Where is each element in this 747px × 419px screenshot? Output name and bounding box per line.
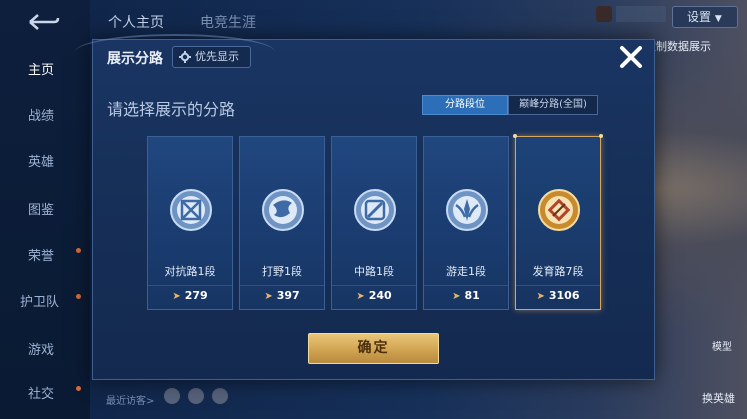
settings-button[interactable]: 设置 ▼ <box>672 6 738 28</box>
close-icon[interactable] <box>617 43 645 71</box>
lane-score-row: ➤ 81 <box>424 285 508 305</box>
lane-name: 中路1段 <box>354 265 394 278</box>
lane-card-mid[interactable]: 中路1段 ➤ 240 <box>331 136 417 310</box>
score-arrow-icon: ➤ <box>264 291 273 302</box>
sidebar-item-label: 护卫队 <box>20 295 60 310</box>
settings-label: 设置 <box>687 10 712 24</box>
gear-icon <box>179 51 191 63</box>
lane-score: 3106 <box>548 289 580 302</box>
visitor-avatar[interactable] <box>164 388 180 404</box>
visitor-avatar[interactable] <box>188 388 204 404</box>
lane-score: 240 <box>368 289 392 302</box>
sidebar-item-label: 社交 <box>28 387 55 402</box>
tab-lane-rank[interactable]: 分路段位 <box>422 95 508 115</box>
lane-score: 81 <box>464 289 480 302</box>
lane-score-row: ➤ 3106 <box>516 285 600 305</box>
lane-score-row: ➤ 397 <box>240 285 324 305</box>
dialog-subtitle: 请选择展示的分路 <box>107 100 236 119</box>
lane-name: 游走1段 <box>446 265 486 278</box>
sidebar-item-social[interactable]: 社交 <box>0 380 90 410</box>
jungle-emblem-icon <box>262 189 304 231</box>
score-arrow-icon: ➤ <box>356 291 365 302</box>
tab-peak-lane[interactable]: 巅峰分路(全国) <box>508 95 598 115</box>
sidebar-item-guard[interactable]: 护卫队 <box>0 288 90 318</box>
lane-score: 279 <box>184 289 208 302</box>
lane-select-dialog: 展示分路 优先显示 请选择展示的分路 分路段位 巅峰分路(全国) 对抗路1段 ➤… <box>75 34 655 380</box>
confirm-button[interactable]: 确定 <box>308 333 439 364</box>
lane-name: 发育路7段 <box>532 265 584 278</box>
lane-card-farm[interactable]: 发育路7段 ➤ 3106 <box>513 134 603 310</box>
visitor-avatar[interactable] <box>212 388 228 404</box>
priority-label: 优先显示 <box>195 50 239 63</box>
score-arrow-icon: ➤ <box>536 291 545 302</box>
score-arrow-icon: ➤ <box>172 291 181 302</box>
notification-dot <box>76 386 81 391</box>
notification-dot <box>76 248 81 253</box>
tab-profile[interactable]: 个人主页 <box>108 12 164 32</box>
top-mini-panel <box>616 6 666 22</box>
priority-display-button[interactable]: 优先显示 <box>172 46 251 68</box>
sidebar-item-heroes[interactable]: 英雄 <box>0 148 90 178</box>
chevron-down-icon: ▼ <box>714 14 722 24</box>
sidebar-item-record[interactable]: 战绩 <box>0 102 90 132</box>
clash-lane-emblem-icon <box>170 189 212 231</box>
score-arrow-icon: ➤ <box>452 291 461 302</box>
lane-name: 打野1段 <box>262 265 302 278</box>
sidebar-item-label: 荣誉 <box>28 249 55 264</box>
model-button[interactable]: 模型 <box>712 338 732 353</box>
mid-lane-emblem-icon <box>354 189 396 231</box>
notification-dot <box>76 294 81 299</box>
corner-sparkle <box>513 134 517 138</box>
corner-sparkle <box>599 134 603 138</box>
roam-emblem-icon <box>446 189 488 231</box>
badge-icon <box>596 6 612 22</box>
lane-score-row: ➤ 240 <box>332 285 416 305</box>
lane-score-row: ➤ 279 <box>148 285 232 305</box>
back-arrow-icon[interactable] <box>22 10 62 34</box>
lane-score: 397 <box>276 289 300 302</box>
dialog-title: 展示分路 <box>107 51 163 67</box>
sidebar-item-codex[interactable]: 图鉴 <box>0 196 90 226</box>
lane-name: 对抗路1段 <box>164 265 216 278</box>
sidebar-item-games[interactable]: 游戏 <box>0 336 90 366</box>
lane-card-clash[interactable]: 对抗路1段 ➤ 279 <box>147 136 233 310</box>
tab-esports[interactable]: 电竞生涯 <box>200 12 256 32</box>
lane-card-roam[interactable]: 游走1段 ➤ 81 <box>423 136 509 310</box>
switch-hero-button[interactable]: 换英雄 <box>702 390 735 406</box>
farm-lane-emblem-icon <box>538 189 580 231</box>
recent-visitors-link[interactable]: 最近访客> <box>106 392 154 407</box>
sidebar-item-honor[interactable]: 荣誉 <box>0 242 90 272</box>
lane-card-jungle[interactable]: 打野1段 ➤ 397 <box>239 136 325 310</box>
